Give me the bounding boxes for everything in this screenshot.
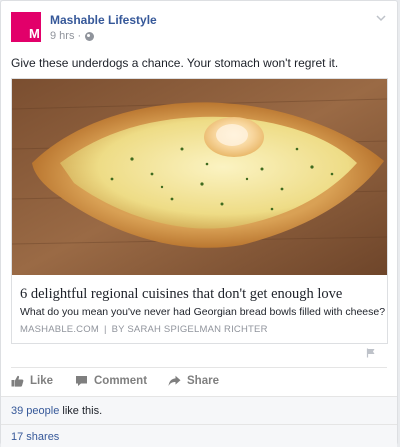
like-label: Like xyxy=(30,375,54,387)
link-domain: MASHABLE.COM xyxy=(20,324,99,335)
likes-count-link[interactable]: 39 people xyxy=(11,405,59,417)
globe-icon[interactable] xyxy=(85,31,95,41)
link-byline: BY SARAH SPIGELMAN RICHTER xyxy=(111,324,268,335)
likes-suffix: like this. xyxy=(59,405,103,417)
shares-summary: 17 shares xyxy=(1,424,397,447)
avatar-letter: M xyxy=(29,26,40,41)
feed-post: M Mashable Lifestyle 9 hrs · Give these … xyxy=(0,0,398,447)
share-arrow-icon xyxy=(168,375,181,386)
share-button[interactable]: Share xyxy=(168,375,219,387)
page-name-link[interactable]: Mashable Lifestyle xyxy=(50,13,157,27)
action-bar: Like Comment Share xyxy=(11,367,387,396)
comment-label: Comment xyxy=(94,375,148,387)
link-description: What do you mean you've never had Georgi… xyxy=(20,306,386,318)
comment-icon xyxy=(76,376,87,386)
link-title[interactable]: 6 delightful regional cuisines that don'… xyxy=(20,286,342,303)
link-preview-card[interactable]: 6 delightful regional cuisines that don'… xyxy=(11,78,388,344)
avatar[interactable]: M xyxy=(11,12,41,42)
link-preview-image[interactable] xyxy=(12,79,387,275)
meta-separator: · xyxy=(77,30,82,42)
chevron-down-icon[interactable] xyxy=(376,13,386,23)
likes-summary: 39 people like this. xyxy=(1,396,397,425)
post-meta: 9 hrs · xyxy=(50,30,95,42)
source-separator: | xyxy=(103,324,107,335)
comment-button[interactable]: Comment xyxy=(75,375,147,387)
thumbs-up-icon xyxy=(11,375,24,387)
like-button[interactable]: Like xyxy=(11,375,53,387)
share-label: Share xyxy=(187,375,219,387)
post-timestamp[interactable]: 9 hrs xyxy=(50,30,74,42)
shares-count-link[interactable]: 17 shares xyxy=(11,431,59,443)
flag-icon[interactable] xyxy=(366,348,376,358)
post-text: Give these underdogs a chance. Your stom… xyxy=(11,56,339,70)
link-source: MASHABLE.COM | BY SARAH SPIGELMAN RICHTER xyxy=(20,324,268,335)
